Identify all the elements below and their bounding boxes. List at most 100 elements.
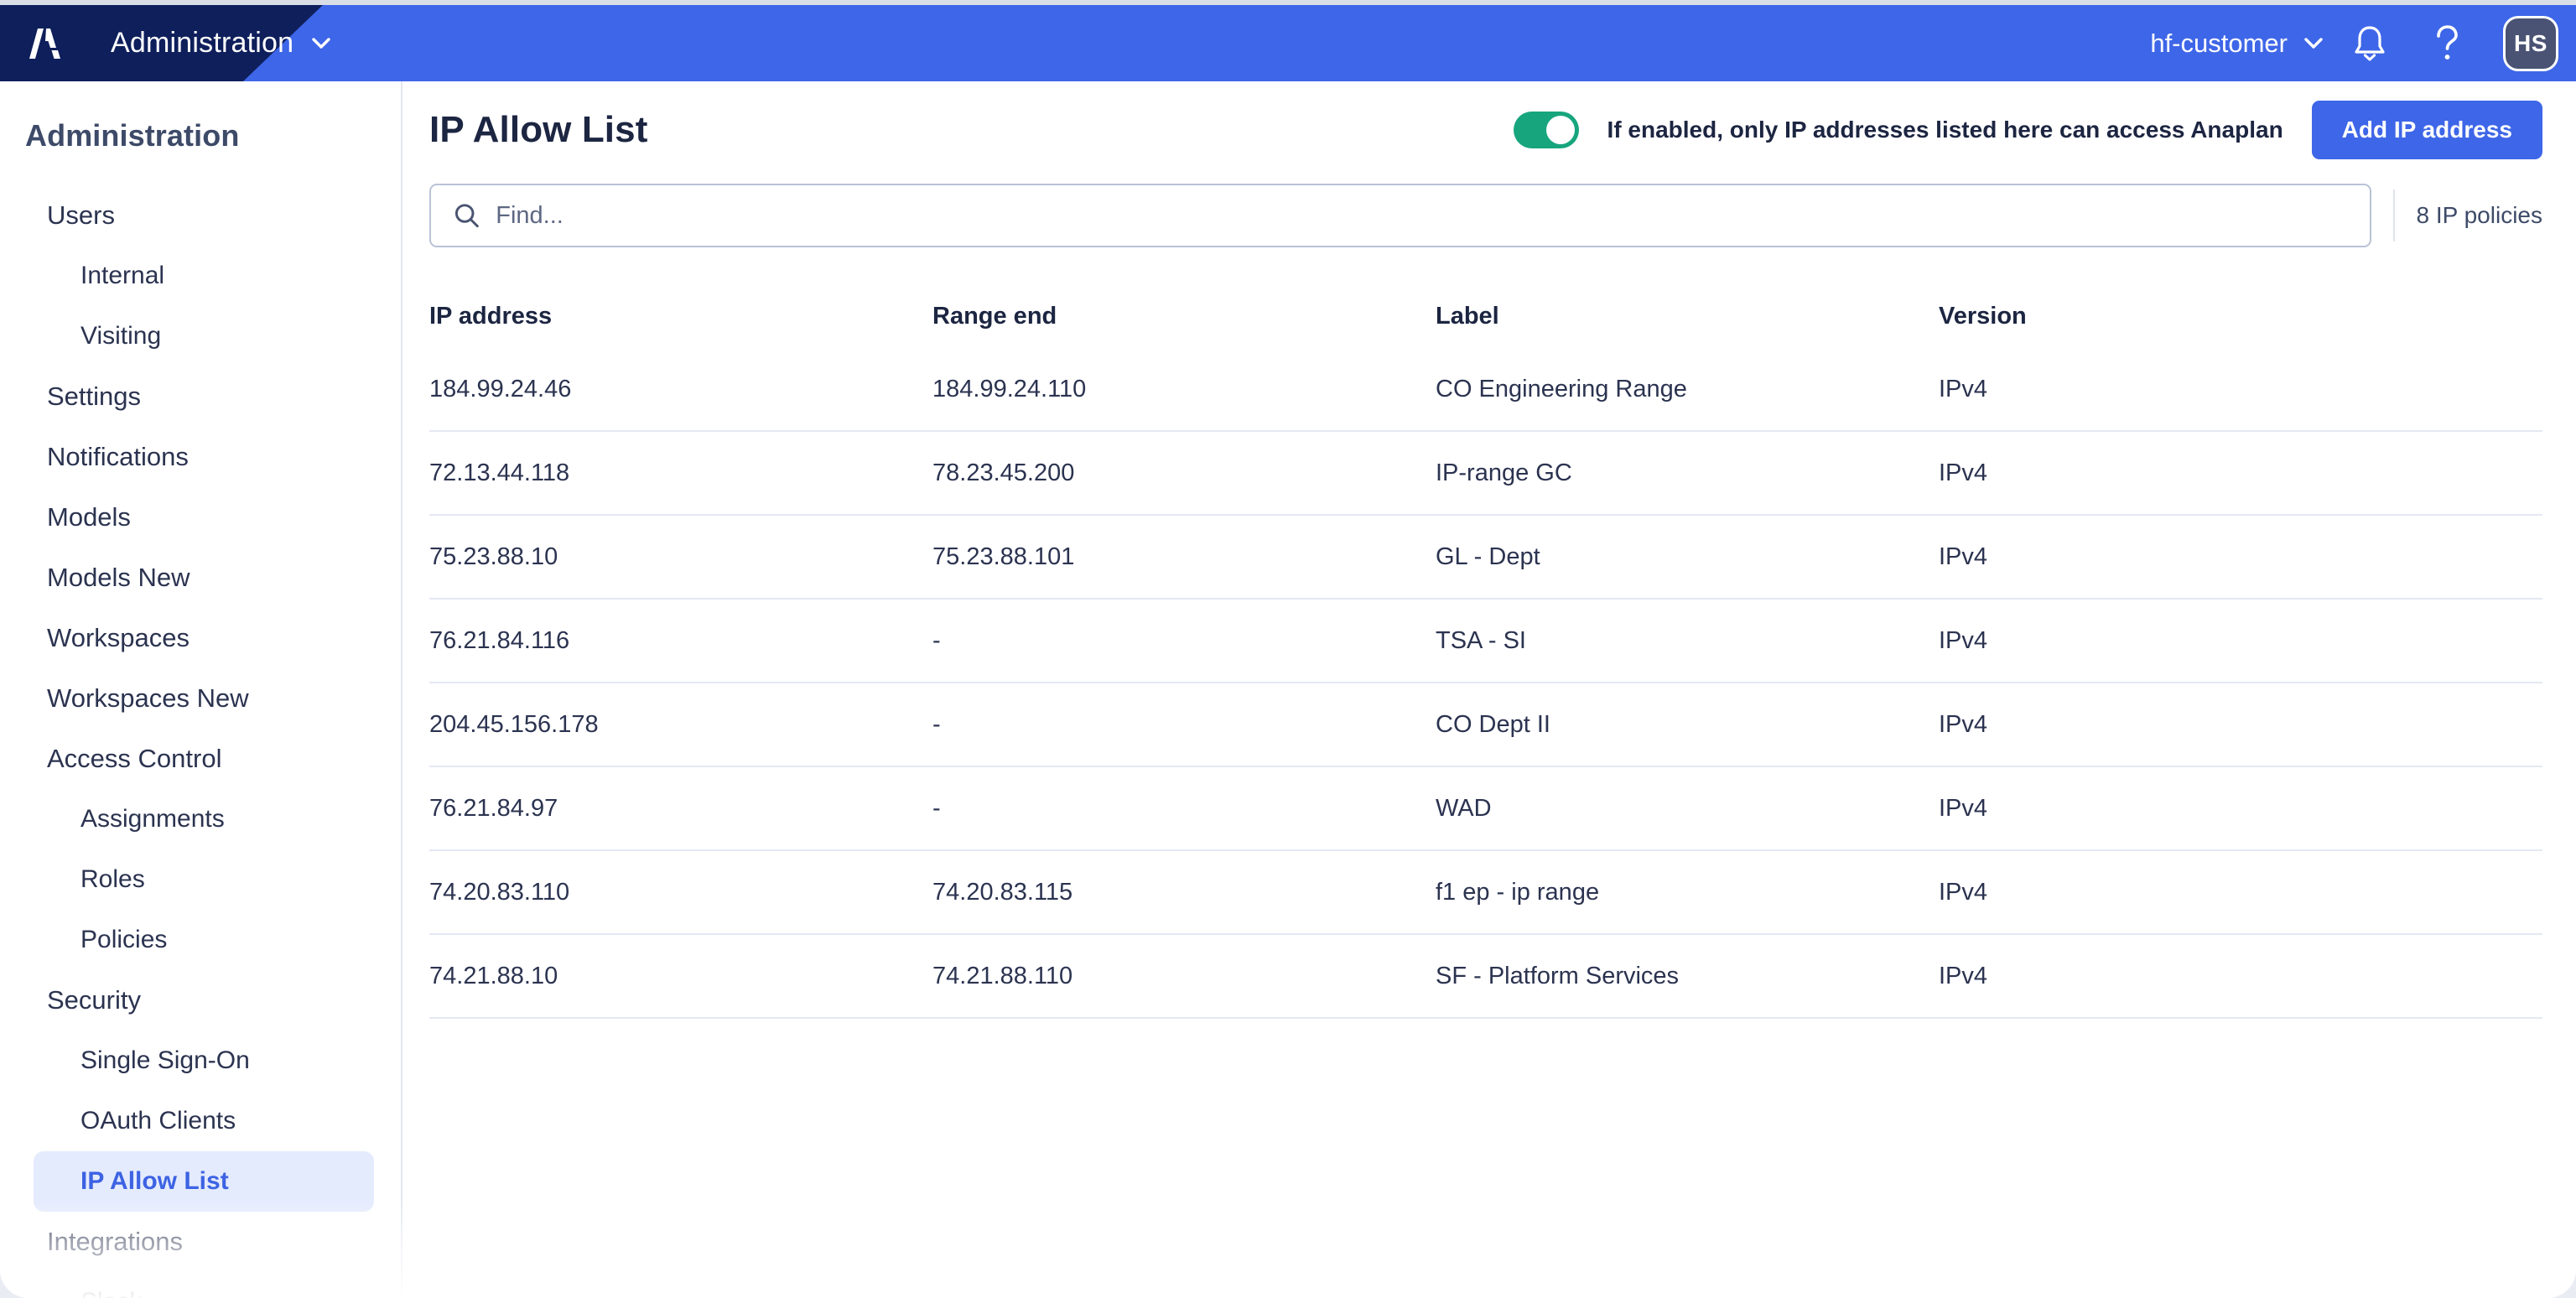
cell-range-end: - (932, 794, 941, 822)
cell-range-end: 75.23.88.101 (932, 543, 1075, 570)
sidebar-item-notifications[interactable]: Notifications (0, 427, 374, 487)
anaplan-logo-icon (29, 28, 60, 59)
table-row[interactable]: 76.21.84.97 - WAD IPv4 (429, 767, 2542, 851)
page-header: IP Allow List If enabled, only IP addres… (404, 81, 2576, 179)
add-ip-address-button[interactable]: Add IP address (2311, 101, 2542, 159)
tenant-label: hf-customer (2150, 28, 2288, 58)
cell-version: IPv4 (1939, 710, 1988, 738)
policy-count: 8 IP policies (2416, 202, 2542, 228)
column-header-label: Label (1436, 302, 1499, 330)
sidebar-item-security[interactable]: Security (0, 970, 374, 1031)
table-row[interactable]: 75.23.88.10 75.23.88.101 GL - Dept IPv4 (429, 516, 2542, 600)
anaplan-logo-button[interactable] (0, 5, 91, 81)
sidebar-item-workspaces-new[interactable]: Workspaces New (0, 668, 374, 729)
notifications-button[interactable] (2331, 5, 2408, 81)
table-row[interactable]: 76.21.84.116 - TSA - SI IPv4 (429, 600, 2542, 683)
cell-version: IPv4 (1939, 543, 1988, 570)
cell-ip-address: 72.13.44.118 (429, 459, 570, 486)
administration-menu-button[interactable]: Administration (111, 5, 330, 81)
search-icon (454, 204, 479, 228)
cell-version: IPv4 (1939, 459, 1988, 486)
toggle-knob (1545, 116, 1575, 144)
chevron-down-icon (312, 38, 330, 49)
help-button[interactable] (2408, 5, 2485, 81)
cell-ip-address: 76.21.84.116 (429, 626, 570, 654)
sidebar-item-models-new[interactable]: Models New (0, 548, 374, 608)
cell-version: IPv4 (1939, 962, 1988, 989)
search-input[interactable] (496, 201, 2348, 230)
cell-ip-address: 75.23.88.10 (429, 543, 558, 570)
content-shell: Administration Users Internal Visiting Sett… (0, 81, 2576, 1298)
search-row: 8 IP policies (404, 179, 2576, 252)
help-question-icon (2437, 24, 2458, 60)
sidebar-item-policies[interactable]: Policies (0, 910, 374, 970)
cell-ip-address: 74.21.88.10 (429, 962, 558, 989)
cell-ip-address: 74.20.83.110 (429, 878, 570, 906)
sidebar-item-internal[interactable]: Internal (0, 246, 374, 306)
main-content: IP Allow List If enabled, only IP addres… (404, 81, 2576, 1298)
sidebar-title: Administration (25, 118, 240, 153)
cell-label: CO Engineering Range (1436, 375, 1687, 402)
cell-ip-address: 184.99.24.46 (429, 375, 572, 402)
sidebar-item-visiting[interactable]: Visiting (0, 306, 374, 366)
cell-ip-address: 204.45.156.178 (429, 710, 599, 738)
chevron-down-icon (2304, 38, 2323, 49)
notifications-bell-icon (2355, 25, 2385, 61)
page-title: IP Allow List (429, 109, 648, 150)
tenant-menu-button[interactable]: hf-customer (2142, 5, 2331, 81)
app-root: Administration hf-customer HS Administra… (0, 0, 2576, 1298)
cell-version: IPv4 (1939, 794, 1988, 822)
cell-ip-address: 76.21.84.97 (429, 794, 558, 822)
sidebar: Administration Users Internal Visiting Sett… (0, 81, 402, 1298)
cell-label: f1 ep - ip range (1436, 878, 1600, 906)
toggle-description: If enabled, only IP addresses listed her… (1607, 117, 2283, 143)
cell-version: IPv4 (1939, 375, 1988, 402)
sidebar-item-assignments[interactable]: Assignments (0, 789, 374, 849)
cell-label: IP-range GC (1436, 459, 1572, 486)
sidebar-item-users[interactable]: Users (0, 185, 374, 246)
cell-range-end: 74.21.88.110 (932, 962, 1073, 989)
sidebar-item-models[interactable]: Models (0, 487, 374, 548)
sidebar-item-integrations[interactable]: Integrations (0, 1212, 374, 1272)
table-row[interactable]: 204.45.156.178 - CO Dept II IPv4 (429, 683, 2542, 767)
global-top-bar: Administration hf-customer HS (0, 5, 2576, 81)
ip-allow-list-table: IP address Range end Label Version 184.9… (404, 284, 2576, 1019)
sidebar-item-access-control[interactable]: Access Control (0, 729, 374, 789)
column-header-version: Version (1939, 302, 2027, 330)
cell-range-end: - (932, 710, 941, 738)
sidebar-item-roles[interactable]: Roles (0, 849, 374, 910)
table-row[interactable]: 72.13.44.118 78.23.45.200 IP-range GC IPv4 (429, 432, 2542, 516)
sidebar-item-ip-allow-list[interactable]: IP Allow List (34, 1151, 374, 1212)
sidebar-item-workspaces[interactable]: Workspaces (0, 608, 374, 668)
column-header-ip-address: IP address (429, 302, 553, 330)
sidebar-item-slack[interactable]: Slack (0, 1272, 374, 1298)
page-header-actions: If enabled, only IP addresses listed her… (1513, 101, 2542, 159)
ip-allow-list-toggle[interactable] (1513, 112, 1579, 148)
user-avatar-button[interactable]: HS (2485, 5, 2576, 81)
cell-label: SF - Platform Services (1436, 962, 1680, 989)
table-row[interactable]: 74.21.88.10 74.21.88.110 SF - Platform Ser… (429, 935, 2542, 1019)
search-box[interactable] (429, 184, 2371, 247)
column-header-range-end: Range end (932, 302, 1057, 330)
cell-label: TSA - SI (1436, 626, 1526, 654)
cell-range-end: 184.99.24.110 (932, 375, 1087, 402)
avatar: HS (2503, 15, 2558, 71)
sidebar-item-oauth-clients[interactable]: OAuth Clients (0, 1091, 374, 1151)
table-row[interactable]: 74.20.83.110 74.20.83.115 f1 ep - ip range… (429, 851, 2542, 935)
sidebar-item-list: Users Internal Visiting Settings Notificatio… (0, 185, 401, 1298)
sidebar-item-settings[interactable]: Settings (0, 366, 374, 427)
cell-label: WAD (1436, 794, 1492, 822)
brand-label: Administration (111, 27, 294, 59)
cell-label: CO Dept II (1436, 710, 1550, 738)
cell-version: IPv4 (1939, 626, 1988, 654)
cell-range-end: 74.20.83.115 (932, 878, 1073, 906)
cell-label: GL - Dept (1436, 543, 1540, 570)
sidebar-item-single-sign-on[interactable]: Single Sign-On (0, 1031, 374, 1091)
table-header-row: IP address Range end Label Version (429, 284, 2542, 348)
top-bar-right-group: hf-customer HS (2142, 5, 2576, 81)
table-row[interactable]: 184.99.24.46 184.99.24.110 CO Engineering … (429, 348, 2542, 432)
search-divider (2392, 190, 2395, 241)
table-body: 184.99.24.46 184.99.24.110 CO Engineering … (429, 348, 2542, 1019)
cell-version: IPv4 (1939, 878, 1988, 906)
cell-range-end: - (932, 626, 941, 654)
